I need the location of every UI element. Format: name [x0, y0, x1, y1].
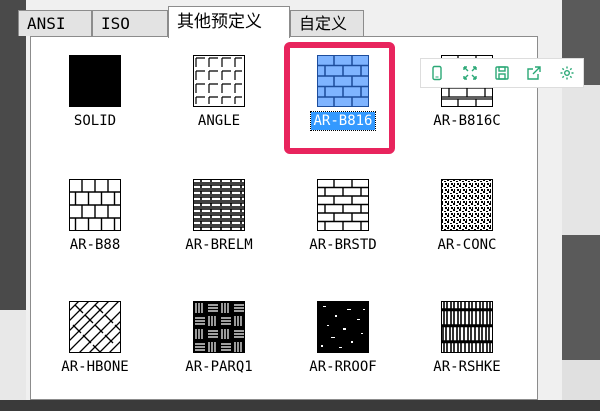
gear-icon[interactable]: [556, 62, 578, 84]
pattern-label: AR-B88: [69, 237, 121, 253]
phone-icon[interactable]: [426, 62, 448, 84]
background-panel: [562, 85, 600, 235]
pattern-label: AR-RSHKE: [433, 359, 501, 375]
tab-bar: ANSI ISO 其他预定义 自定义: [18, 4, 562, 38]
tab-iso[interactable]: ISO: [92, 10, 168, 36]
tab-ansi[interactable]: ANSI: [18, 10, 92, 36]
tab-label: ANSI: [27, 14, 66, 33]
expand-icon[interactable]: [459, 62, 481, 84]
pattern-ar-hbone[interactable]: AR-HBONE: [35, 301, 155, 411]
pattern-label: AR-PARQ1: [185, 359, 253, 375]
tab-other-predefined[interactable]: 其他预定义: [168, 6, 290, 38]
pattern-angle[interactable]: ANGLE: [159, 55, 279, 165]
selection-highlight-box: [284, 42, 395, 154]
pattern-label: AR-B816C: [433, 113, 501, 129]
save-icon[interactable]: [491, 62, 513, 84]
background-bottom: [562, 360, 600, 400]
pattern-label: SOLID: [73, 113, 117, 129]
ar-brelm-swatch: [193, 179, 245, 231]
pattern-ar-rshke[interactable]: AR-RSHKE: [407, 301, 527, 411]
pattern-label: ANGLE: [197, 113, 241, 129]
solid-swatch: [69, 55, 121, 107]
pattern-label: AR-BRSTD: [309, 237, 377, 253]
ar-rroof-swatch: [317, 301, 369, 353]
angle-swatch: [193, 55, 245, 107]
ar-parq1-swatch: [193, 301, 245, 353]
pattern-label: AR-HBONE: [61, 359, 129, 375]
pattern-ar-conc[interactable]: AR-CONC: [407, 179, 527, 289]
share-icon[interactable]: [523, 62, 545, 84]
floating-toolbar: [420, 58, 584, 88]
tab-label: 自定义: [299, 14, 348, 33]
ar-brstd-swatch: [317, 179, 369, 231]
vertical-scrollbar[interactable]: [538, 36, 560, 400]
ar-hbone-swatch: [69, 301, 121, 353]
tab-custom[interactable]: 自定义: [290, 10, 364, 36]
tab-label: 其他预定义: [177, 12, 262, 32]
pattern-ar-parq1[interactable]: AR-PARQ1: [159, 301, 279, 411]
ar-conc-swatch: [441, 179, 493, 231]
pattern-ar-b88[interactable]: AR-B88: [35, 179, 155, 289]
pattern-label: AR-CONC: [437, 237, 497, 253]
ar-b88-swatch: [69, 179, 121, 231]
pattern-ar-brstd[interactable]: AR-BRSTD: [283, 179, 403, 289]
background-left: [0, 0, 26, 400]
pattern-ar-rroof[interactable]: AR-RROOF: [283, 301, 403, 411]
tab-label: ISO: [101, 14, 130, 33]
pattern-solid[interactable]: SOLID: [35, 55, 155, 165]
ar-rshke-swatch: [441, 301, 493, 353]
pattern-label: AR-RROOF: [309, 359, 377, 375]
background-stripe: [0, 310, 26, 400]
pattern-ar-brelm[interactable]: AR-BRELM: [159, 179, 279, 289]
pattern-label: AR-BRELM: [185, 237, 253, 253]
